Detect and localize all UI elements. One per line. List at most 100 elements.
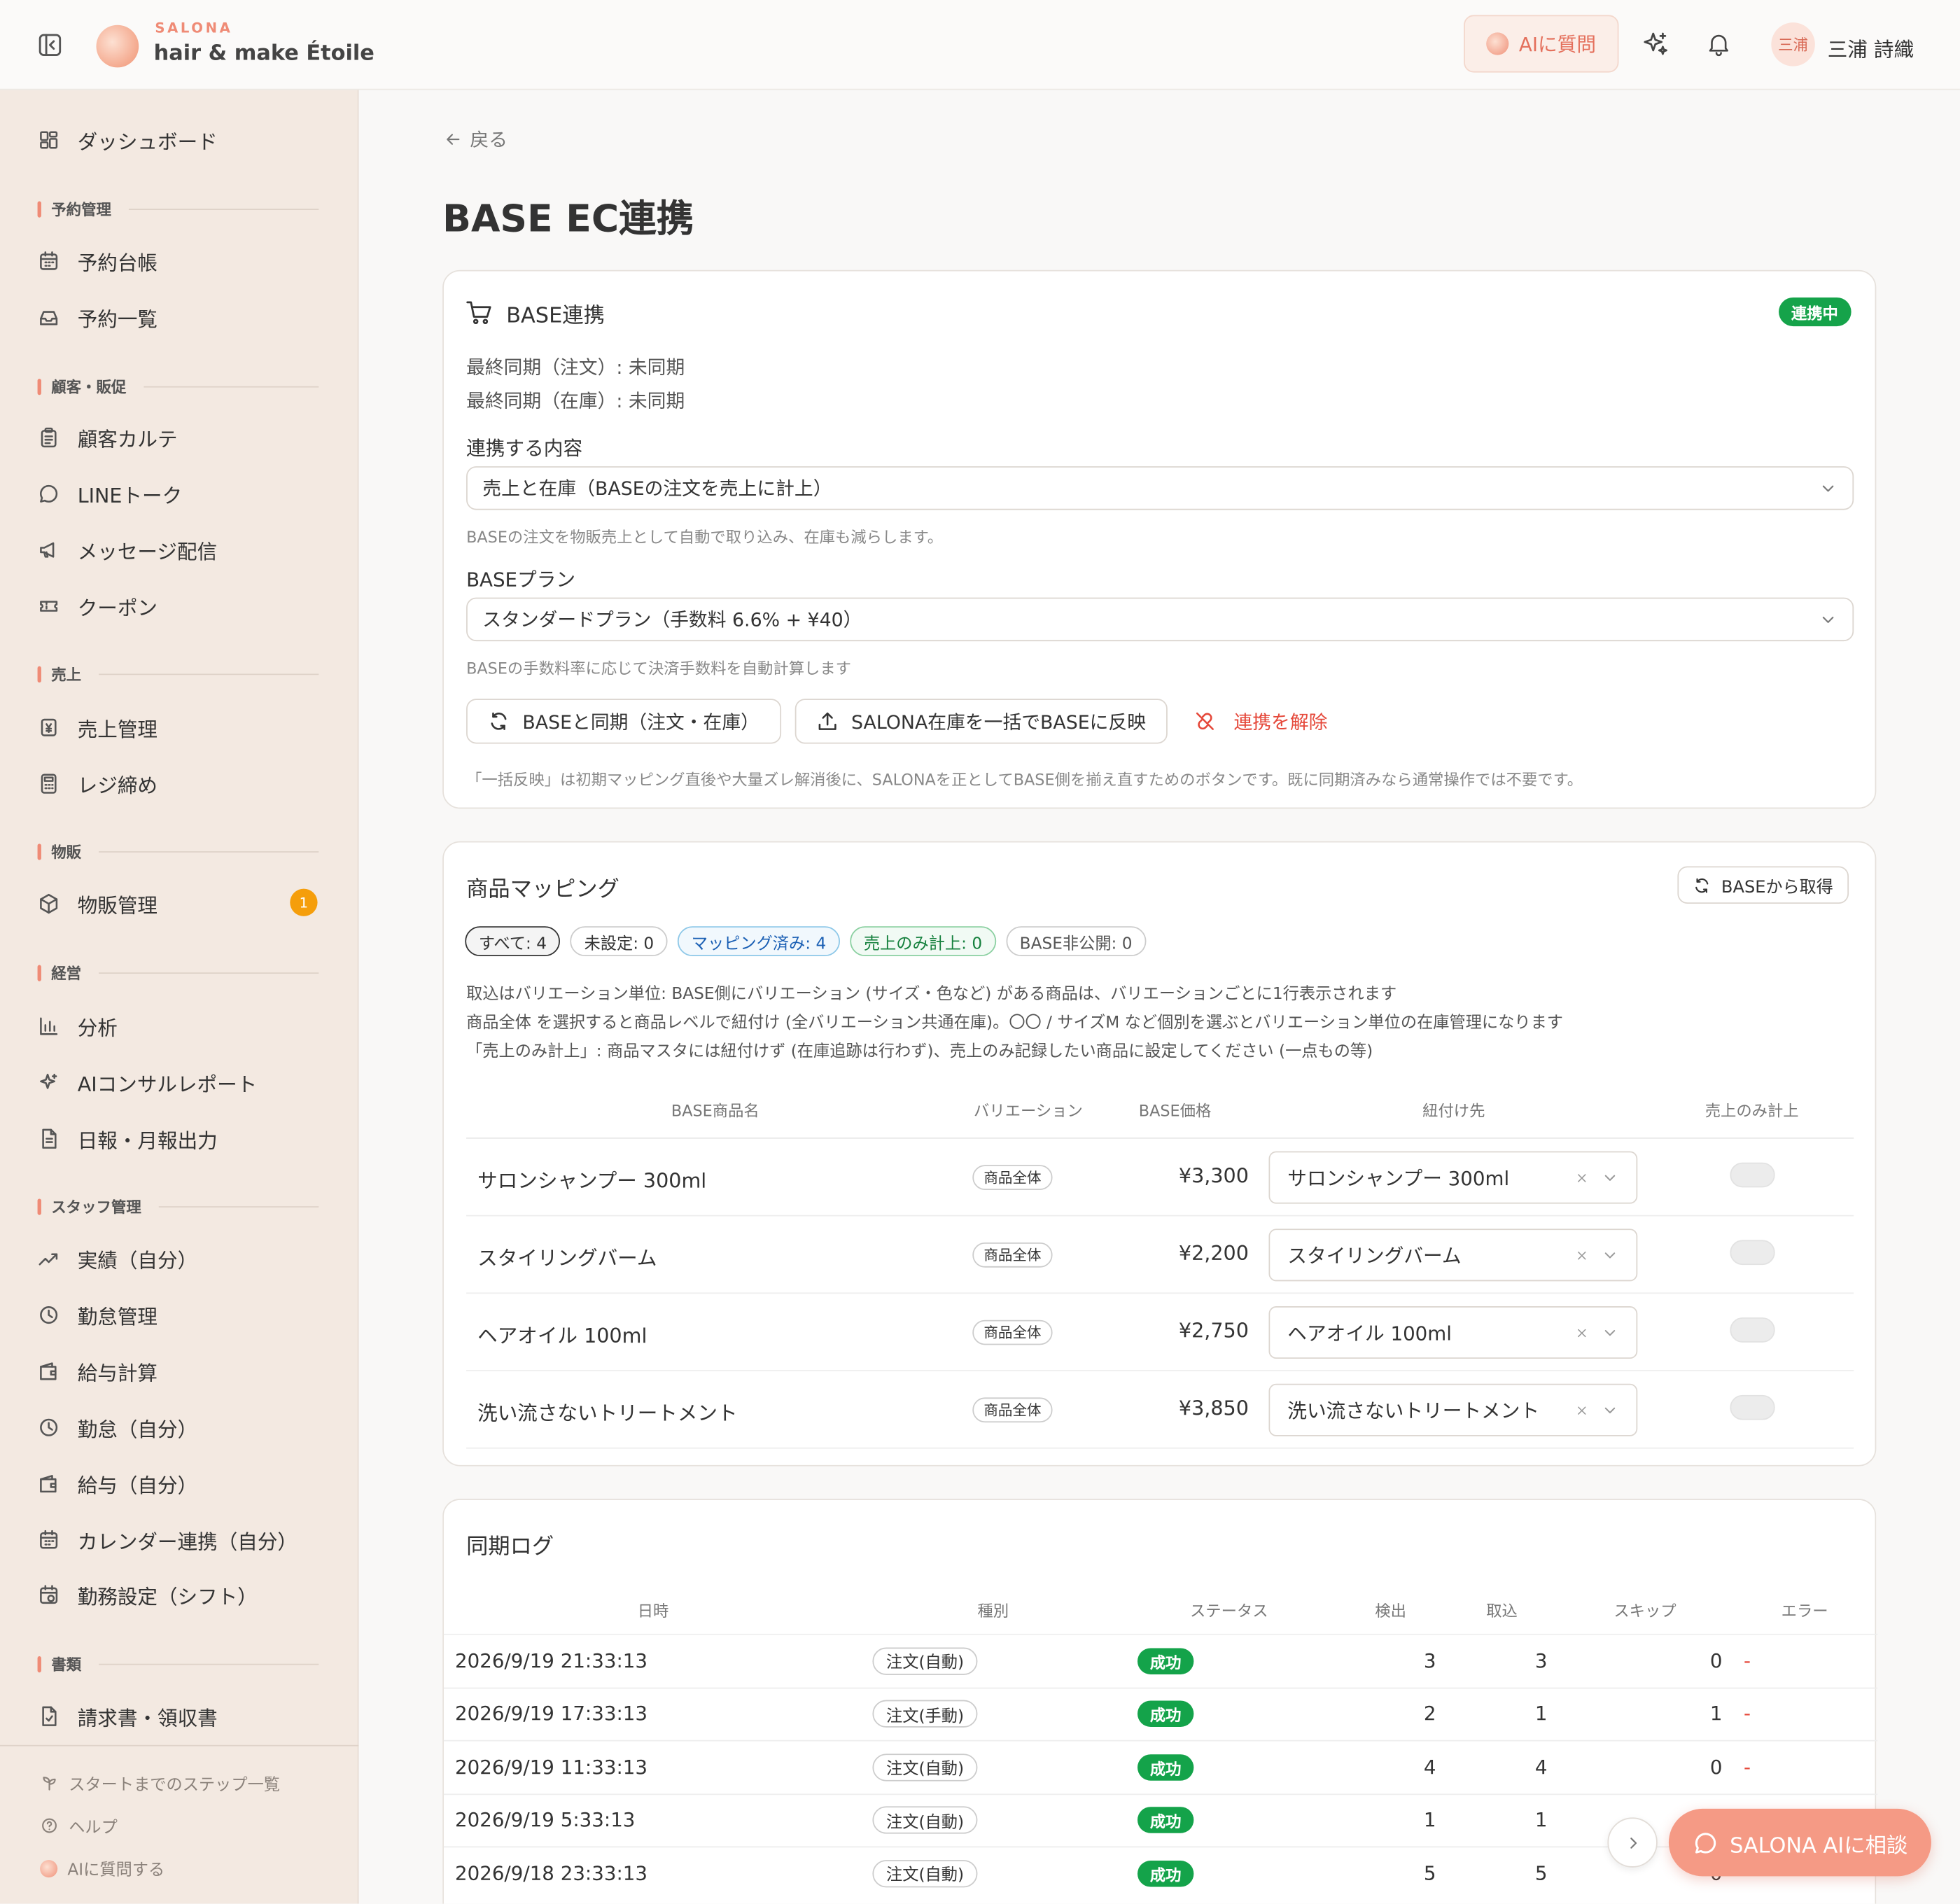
- sidebar-item-invoice[interactable]: 請求書・領収書: [38, 1701, 319, 1731]
- upload-icon: [818, 712, 836, 730]
- calendar-icon: [40, 251, 58, 270]
- sidebar-item-coupon[interactable]: クーポン: [38, 592, 319, 622]
- sidebar-item-reservation-book[interactable]: 予約台帳: [38, 246, 319, 276]
- sales-only-toggle[interactable]: [1730, 1394, 1775, 1420]
- sidebar-item-my-results[interactable]: 実績（自分）: [38, 1244, 319, 1274]
- box-icon: [40, 893, 58, 914]
- content-select[interactable]: 売上と在庫（BASEの注文を売上に計上）: [466, 466, 1854, 510]
- sidebar-item-analysis[interactable]: 分析: [38, 1011, 319, 1042]
- variation-pill: 商品全体: [972, 1320, 1053, 1345]
- sidebar-toggle-icon[interactable]: [38, 32, 63, 57]
- log-type: 注文(手動): [872, 1700, 978, 1728]
- log-row: 2026/9/19 11:33:13 注文(自動) 成功 4 4 0 -: [443, 1740, 1878, 1793]
- footer-ask-ai[interactable]: AIに質問する: [40, 1856, 164, 1880]
- sidebar-item-shift[interactable]: 勤務設定（シフト）: [38, 1580, 319, 1610]
- sidebar-item-line-talk[interactable]: LINEトーク: [38, 479, 319, 509]
- filter-unset[interactable]: 未設定: 0: [570, 926, 668, 957]
- section-customer: 顧客・販促: [37, 376, 319, 397]
- sprout-icon: [43, 1777, 56, 1791]
- mapping-target-select[interactable]: スタイリングバーム: [1268, 1228, 1638, 1282]
- base-product-name: 洗い流さないトリートメント: [477, 1401, 738, 1425]
- variation-pill: 商品全体: [972, 1242, 1053, 1268]
- chevron-right-icon: [1630, 1837, 1637, 1848]
- ai-consult-fab[interactable]: SALONA AIに相談: [1668, 1808, 1931, 1877]
- calendar-clock-icon: [40, 1585, 58, 1604]
- wallet-icon: [40, 1475, 57, 1493]
- brand-name: SALONA: [155, 20, 233, 36]
- base-price: ¥2,200: [1178, 1241, 1249, 1266]
- push-stock-button[interactable]: SALONA在庫を一括でBASEに反映: [794, 699, 1168, 744]
- log-detected: 1: [1423, 1808, 1436, 1832]
- log-row: 2026/9/19 17:33:13 注文(手動) 成功 2 1 1 -: [443, 1686, 1878, 1740]
- log-error: -: [1744, 1649, 1751, 1672]
- mapping-target-select[interactable]: サロンシャンプー 300ml: [1268, 1151, 1638, 1204]
- user-name[interactable]: 三浦 詩織: [1828, 32, 1914, 62]
- sidebar-item-customer-chart[interactable]: 顧客カルテ: [38, 423, 319, 453]
- sales-only-toggle[interactable]: [1730, 1162, 1775, 1188]
- receipt-icon: [41, 718, 57, 736]
- bell-icon[interactable]: [1705, 30, 1732, 57]
- top-header: SALONA hair & make Étoile AIに質問 三浦 三浦 詩織: [0, 0, 1960, 90]
- unlink-button[interactable]: 連携を解除: [1194, 699, 1327, 743]
- section-merch: 物販: [37, 841, 319, 862]
- sidebar-item-my-pay[interactable]: 給与（自分）: [38, 1469, 319, 1499]
- base-connection-card: BASE連携 連携中 最終同期（注文）: 未同期 最終同期（在庫）: 未同期 連…: [442, 270, 1877, 809]
- sidebar-item-daily-report[interactable]: 日報・月報出力: [38, 1124, 319, 1154]
- sidebar-item-sales[interactable]: 売上管理: [38, 713, 319, 743]
- clock-icon: [40, 1306, 58, 1324]
- fetch-from-base-button[interactable]: BASEから取得: [1677, 866, 1849, 904]
- log-error: -: [1744, 1756, 1751, 1779]
- sidebar-item-message[interactable]: メッセージ配信: [38, 535, 319, 565]
- sparkle-icon: [40, 1073, 57, 1089]
- log-type: 注文(自動): [872, 1646, 978, 1674]
- filter-all[interactable]: すべて: 4: [465, 926, 561, 957]
- chevron-down-icon: [1604, 1330, 1616, 1336]
- sidebar-item-attendance[interactable]: 勤怠管理: [38, 1300, 319, 1330]
- sparkle-icon[interactable]: [1642, 30, 1670, 59]
- log-status: 成功: [1137, 1754, 1194, 1780]
- wallet-icon: [40, 1362, 57, 1380]
- filter-mapped[interactable]: マッピング済み: 4: [678, 926, 840, 957]
- ask-ai-button[interactable]: AIに質問: [1464, 15, 1619, 73]
- mapping-target-select[interactable]: 洗い流さないトリートメント: [1268, 1383, 1638, 1436]
- log-type: 注文(自動): [872, 1806, 978, 1834]
- filter-private[interactable]: BASE非公開: 0: [1006, 926, 1147, 957]
- back-link[interactable]: 戻る: [444, 126, 507, 152]
- sales-only-toggle[interactable]: [1730, 1240, 1775, 1266]
- sidebar-item-payroll[interactable]: 給与計算: [38, 1356, 319, 1386]
- inbox-icon: [40, 311, 58, 326]
- log-row: 2026/9/19 21:33:13 注文(自動) 成功 3 3 0 -: [443, 1633, 1878, 1686]
- document-check-icon: [42, 1706, 57, 1726]
- sync-button[interactable]: BASEと同期（注文・在庫）: [466, 699, 781, 744]
- log-time: 2026/9/18 23:33:13: [454, 1861, 648, 1884]
- sidebar-item-ai-report[interactable]: AIコンサルレポート: [38, 1068, 319, 1098]
- sidebar-item-reservation-list[interactable]: 予約一覧: [38, 302, 319, 332]
- sales-only-toggle[interactable]: [1730, 1317, 1775, 1343]
- log-time: 2026/9/19 21:33:13: [454, 1649, 648, 1672]
- filter-sales-only[interactable]: 売上のみ計上: 0: [850, 926, 996, 957]
- unlink-icon: [1196, 712, 1214, 730]
- footer-help[interactable]: ヘルプ: [40, 1814, 118, 1837]
- log-detected: 3: [1423, 1649, 1436, 1672]
- status-badge: 連携中: [1779, 297, 1851, 327]
- sidebar: ダッシュボード 予約管理 予約台帳 予約一覧 顧客・販促 顧客カルテ LINEト…: [0, 90, 359, 1904]
- brand-logo: [96, 24, 139, 68]
- avatar[interactable]: 三浦: [1771, 22, 1815, 66]
- scroll-next-button[interactable]: [1607, 1817, 1658, 1868]
- plan-select[interactable]: スタンダードプラン（手数料 6.6% + ¥40）: [466, 597, 1854, 642]
- sidebar-item-register-close[interactable]: レジ締め: [38, 769, 319, 799]
- last-sync-stock: 最終同期（在庫）: 未同期: [466, 390, 685, 413]
- clear-icon: [1578, 1251, 1586, 1259]
- chat-bubble-icon: [1695, 1832, 1716, 1853]
- sidebar-item-merch[interactable]: 物販管理 1: [38, 888, 319, 919]
- footer-steps[interactable]: スタートまでのステップ一覧: [40, 1771, 280, 1795]
- mapping-target-select[interactable]: ヘアオイル 100ml: [1268, 1306, 1638, 1359]
- log-row: 2026/9/18 23:33:13 注文(自動) 成功 5 5 0: [443, 1846, 1878, 1898]
- sidebar-item-calendar-sync[interactable]: カレンダー連携（自分）: [38, 1525, 319, 1555]
- mapping-title: 商品マッピング: [466, 877, 620, 903]
- sidebar-item-my-attendance[interactable]: 勤怠（自分）: [38, 1413, 319, 1443]
- log-type: 注文(自動): [872, 1859, 978, 1887]
- page-title: BASE EC連携: [442, 197, 694, 241]
- log-imported: 1: [1534, 1702, 1548, 1726]
- sidebar-item-dashboard[interactable]: ダッシュボード: [38, 125, 319, 155]
